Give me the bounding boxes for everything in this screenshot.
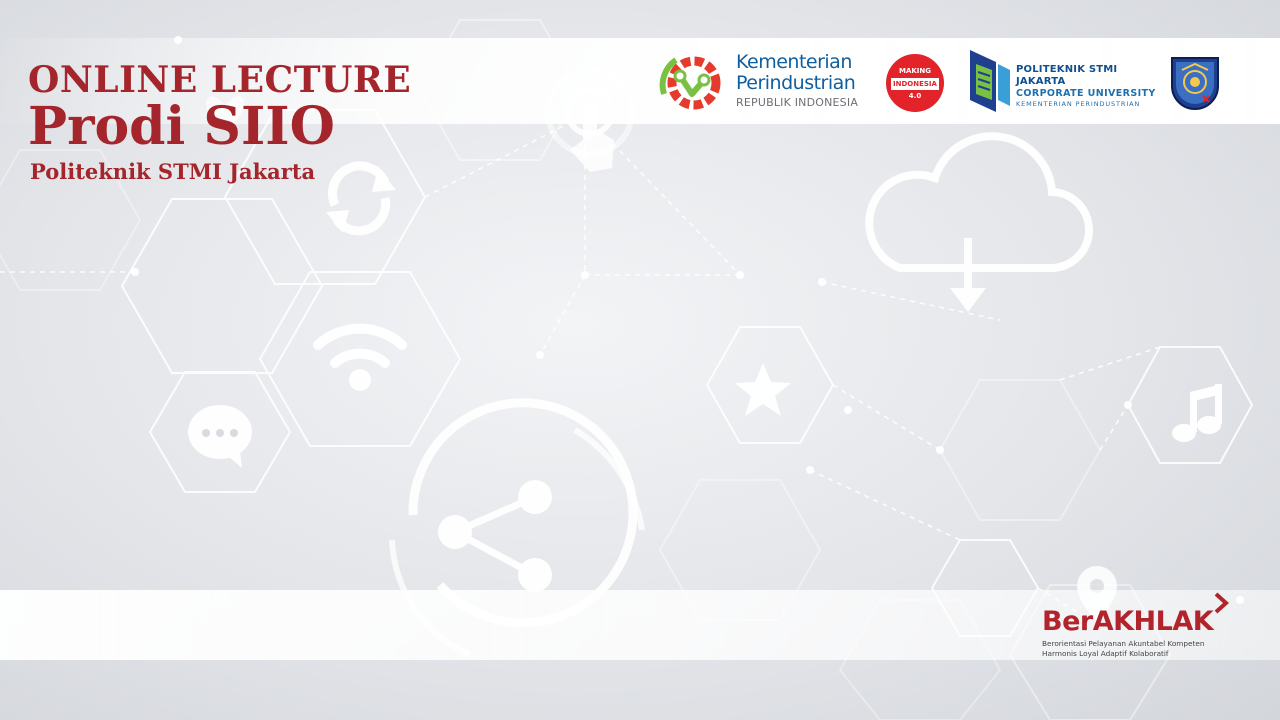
stmi-line2: CORPORATE UNIVERSITY [1016, 88, 1156, 99]
berakhlak-wordmark: BerAKHLAK [1042, 606, 1214, 637]
kemenperin-logo: Kementerian Perindustrian REPUBLIK INDON… [656, 48, 868, 114]
making-line1: MAKING [898, 67, 932, 75]
chat-icon [188, 405, 252, 468]
kemenperin-line2: Perindustrian [736, 72, 856, 94]
berakhlak-logo: BerAKHLAK Berorientasi Pelayanan Akuntab… [1042, 592, 1242, 662]
share-icon [438, 480, 552, 592]
slide-title-block: ONLINE LECTURE Prodi SIIO Politeknik STM… [28, 58, 411, 186]
hexagon [120, 198, 324, 374]
stmi-line1: POLITEKNIK STMI JAKARTA [1016, 64, 1118, 87]
hexagon [258, 271, 462, 447]
wifi-icon [313, 323, 407, 368]
making-line2: INDONESIA [891, 78, 939, 90]
stmi-line3: KEMENTERIAN PERINDUSTRIAN [1016, 100, 1141, 108]
kemenperin-line3: REPUBLIK INDONESIA [736, 96, 859, 109]
making-indonesia-logo: MAKING INDONESIA 4.0 [886, 54, 944, 112]
hexagon [938, 379, 1102, 521]
making-line3: 4.0 [908, 92, 922, 100]
music-icon [1172, 384, 1222, 442]
slide-title: Prodi SIIO [28, 96, 335, 157]
berakhlak-tagline-line1: Berorientasi Pelayanan Akuntabel Kompete… [1042, 639, 1205, 648]
stmi-mark-icon [970, 50, 1010, 112]
gear-logo-icon [659, 56, 721, 110]
star-icon [735, 363, 791, 416]
kemenperin-line1: Kementerian [736, 51, 852, 73]
berakhlak-tagline-line2: Harmonis Loyal Adaptif Kolaboratif [1042, 649, 1169, 658]
cloud-download-icon [865, 132, 1093, 290]
wifi-dot-icon [349, 369, 371, 391]
stmi-logo: POLITEKNIK STMI JAKARTA CORPORATE UNIVER… [970, 50, 1156, 112]
download-arrow-icon [950, 288, 986, 312]
slide-subtitle: Politeknik STMI Jakarta [30, 159, 316, 184]
institution-seal-icon [1171, 57, 1219, 110]
